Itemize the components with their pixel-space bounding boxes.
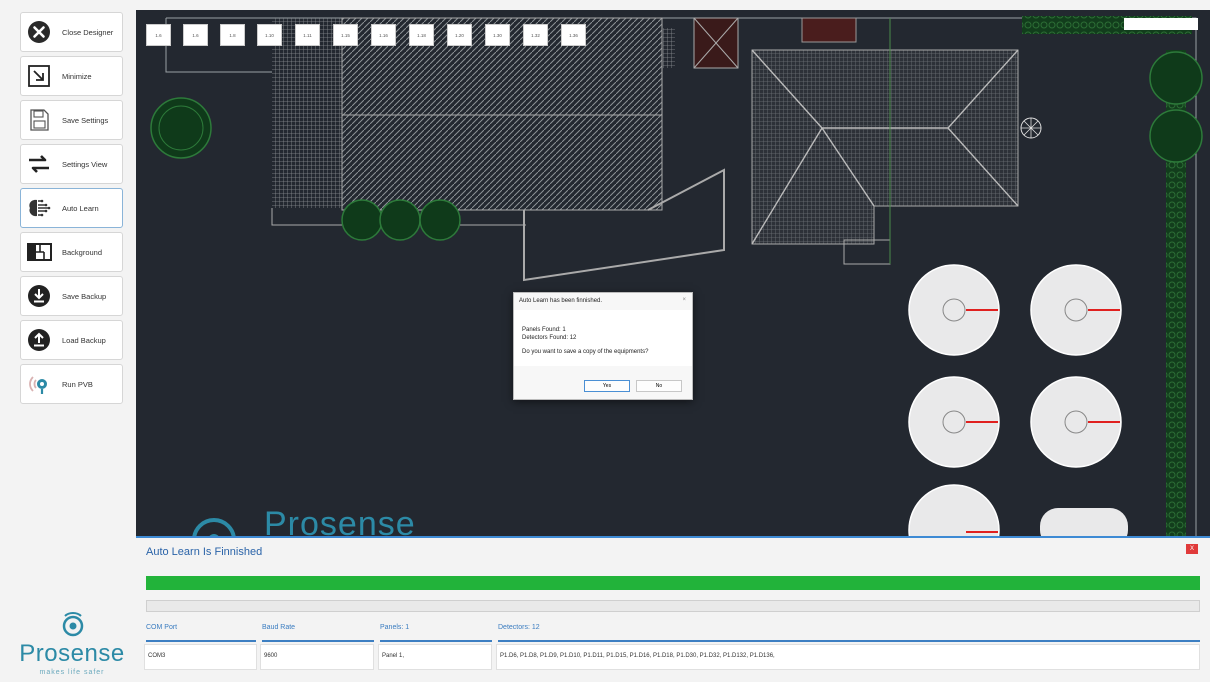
baud-rate-header: Baud Rate — [262, 622, 374, 642]
sidebar-item-label: Auto Learn — [62, 203, 99, 213]
save-document-icon — [26, 107, 52, 133]
dialog-title: Auto Learn has been finnished. — [519, 298, 603, 304]
canvas-tile[interactable]: 1.6 — [146, 24, 171, 46]
prosense-logo-icon — [62, 612, 84, 637]
baud-rate-value: 9600 — [260, 644, 374, 670]
detectors-value: P1.D6, P1.D8, P1.D9, P1.D10, P1.D11, P1.… — [496, 644, 1200, 670]
sidebar-item-label: Settings View — [62, 159, 108, 169]
status-close-button[interactable]: X — [1186, 544, 1198, 554]
canvas-tile[interactable]: 1.18 — [409, 24, 434, 46]
tank-detector-3 — [908, 376, 1000, 468]
upload-circle-icon — [26, 327, 52, 353]
prosense-logo: Prosense makes life safer — [16, 610, 128, 680]
canvas-tile[interactable]: 1.30 — [485, 24, 510, 46]
tank-detector-1 — [908, 264, 1000, 356]
save-backup-button[interactable]: Save Backup — [20, 276, 123, 316]
no-button[interactable]: No — [636, 380, 682, 392]
load-backup-button[interactable]: Load Backup — [20, 320, 123, 360]
dialog-question: Do you want to save a copy of the equipm… — [522, 349, 649, 355]
status-panel: Auto Learn Is Finnished X COM Port Baud … — [136, 536, 1210, 682]
minimize-arrow-icon — [26, 63, 52, 89]
brand-tagline: makes life safer — [39, 669, 105, 676]
canvas-tile[interactable]: 1.32 — [523, 24, 548, 46]
panels-value: Panel 1, — [378, 644, 492, 670]
canvas-tile[interactable]: 1.6 — [183, 24, 208, 46]
canvas-tile[interactable]: 1.8 — [220, 24, 245, 46]
canvas-tile[interactable]: 1.11 — [295, 24, 320, 46]
com-port-value: COM3 — [144, 644, 257, 670]
status-title: Auto Learn Is Finnished — [146, 546, 263, 558]
sidebar: Close Designer Minimize Save Settings Se… — [0, 0, 136, 682]
close-circle-icon — [26, 19, 52, 45]
tank-detector-2 — [1030, 264, 1122, 356]
sidebar-item-label: Save Backup — [62, 291, 107, 301]
dialog-close-icon[interactable]: × — [682, 297, 686, 303]
dialog-body: Panels Found: 1 Detectors Found: 12 Do y… — [514, 310, 692, 366]
canvas-tile[interactable]: 1.36 — [561, 24, 586, 46]
auto-learn-dialog: Auto Learn has been finnished. × Panels … — [513, 292, 693, 400]
run-pvb-button[interactable]: Run PVB — [20, 364, 123, 404]
floorplan-icon — [26, 239, 52, 265]
detectors-found-text: Detectors Found: 12 — [522, 335, 577, 341]
sidebar-item-label: Minimize — [62, 71, 92, 81]
sidebar-item-label: Save Settings — [62, 115, 109, 125]
settings-view-button[interactable]: Settings View — [20, 144, 123, 184]
save-settings-button[interactable]: Save Settings — [20, 100, 123, 140]
canvas-watermark: Prosense — [264, 505, 416, 536]
floor-plan-drawing — [150, 16, 1203, 536]
canvas-tile[interactable]: 1.16 — [371, 24, 396, 46]
canvas-tile[interactable]: 1.20 — [447, 24, 472, 46]
broadcast-icon — [26, 371, 52, 397]
com-port-header: COM Port — [146, 622, 256, 642]
floor-plan-canvas[interactable]: Prosense 1.6 1.6 1.8 1.10 1.11 1.15 1.16… — [136, 10, 1210, 536]
close-designer-button[interactable]: Close Designer — [20, 12, 123, 52]
brand-name: Prosense — [19, 640, 125, 667]
panels-header: Panels: 1 — [380, 622, 492, 642]
sidebar-item-label: Background — [62, 247, 103, 257]
designer-window: Close Designer Minimize Save Settings Se… — [0, 0, 1210, 682]
detectors-header: Detectors: 12 — [498, 622, 1200, 642]
auto-learn-button[interactable]: Auto Learn — [20, 188, 123, 228]
sidebar-item-label: Load Backup — [62, 335, 106, 345]
minimize-button[interactable]: Minimize — [20, 56, 123, 96]
tank-detector-4 — [1030, 376, 1122, 468]
secondary-progress-bar — [146, 600, 1200, 612]
download-circle-icon — [26, 283, 52, 309]
canvas-tile[interactable]: 1.15 — [333, 24, 358, 46]
sidebar-item-label: Close Designer — [62, 27, 114, 37]
swap-arrows-icon — [26, 151, 52, 177]
sidebar-item-label: Run PVB — [62, 379, 93, 389]
yes-button[interactable]: Yes — [584, 380, 630, 392]
background-button[interactable]: Background — [20, 232, 123, 272]
brain-icon — [26, 195, 52, 221]
progress-bar — [146, 576, 1200, 590]
panels-found-text: Panels Found: 1 — [522, 327, 566, 333]
canvas-tile[interactable]: 1.10 — [257, 24, 282, 46]
